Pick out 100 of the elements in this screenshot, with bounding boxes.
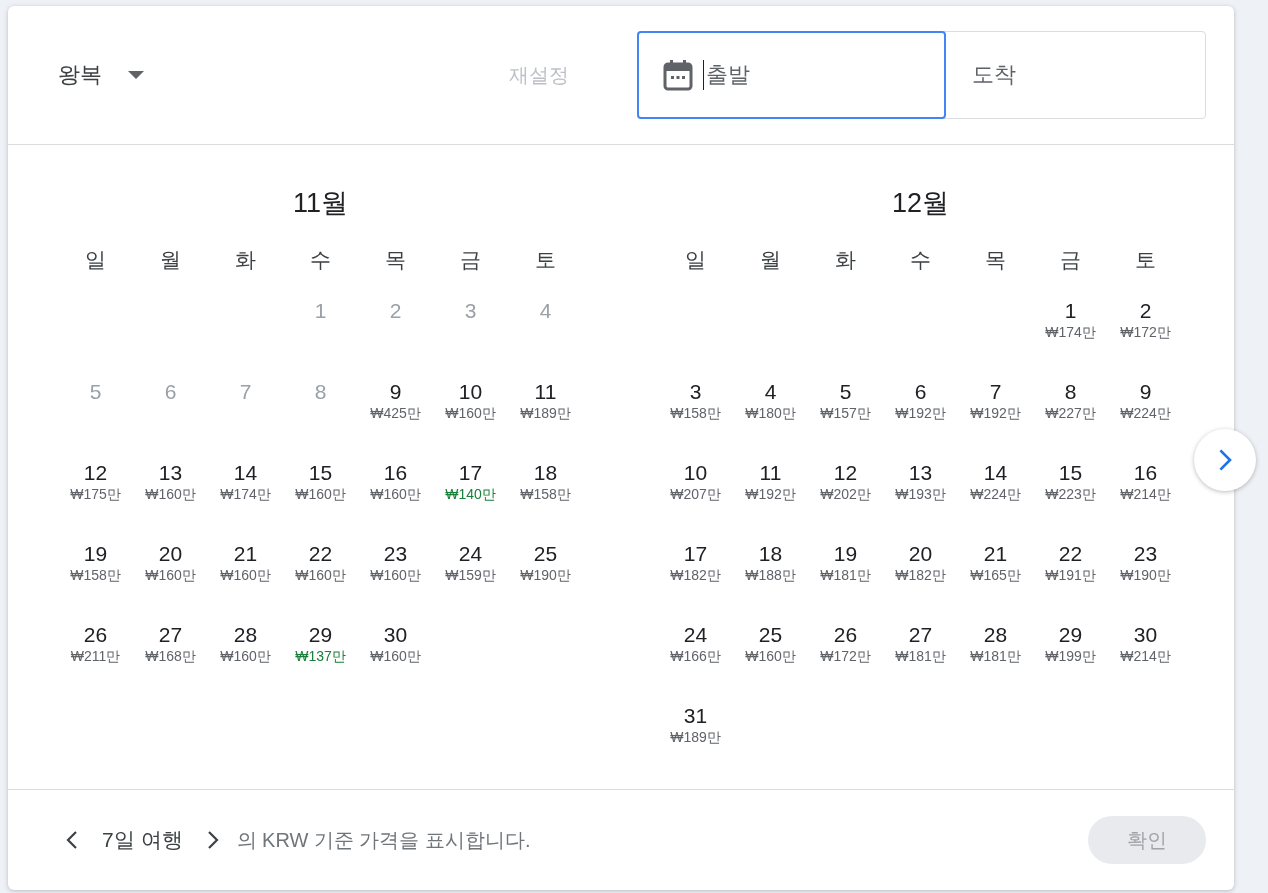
- day-price: ₩181만: [820, 566, 871, 584]
- day-price: ₩207만: [670, 485, 721, 503]
- day-price: ₩165만: [970, 566, 1021, 584]
- day-price: ₩181만: [895, 647, 946, 665]
- calendar-day[interactable]: 19: [833, 542, 858, 566]
- calendar-day[interactable]: 25: [758, 623, 783, 647]
- calendar-day[interactable]: 18: [758, 542, 783, 566]
- calendar-day[interactable]: 18: [533, 461, 558, 485]
- calendar-day[interactable]: 7: [989, 380, 1002, 404]
- day-price: ₩182만: [895, 566, 946, 584]
- trip-duration: 7일 여행: [102, 827, 183, 853]
- calendar-day[interactable]: 28: [983, 623, 1008, 647]
- weekday-label: 토: [1134, 247, 1157, 273]
- calendar-day[interactable]: 5: [839, 380, 852, 404]
- day-price: ₩174만: [1045, 323, 1096, 341]
- day-price: ₩158만: [670, 404, 721, 422]
- price-note: 의 KRW 기준 가격을 표시합니다.: [236, 827, 531, 853]
- day-price: ₩189만: [520, 404, 571, 422]
- calendar-day[interactable]: 11: [534, 380, 557, 404]
- chevron-left-icon: [66, 830, 78, 850]
- day-price: ₩140만: [445, 485, 496, 503]
- day-price: ₩160만: [145, 566, 196, 584]
- calendar-day: 3: [464, 299, 477, 323]
- calendar-day[interactable]: 17: [683, 542, 708, 566]
- day-price: ₩160만: [295, 566, 346, 584]
- calendar-day[interactable]: 23: [1133, 542, 1158, 566]
- calendar-day[interactable]: 14: [233, 461, 258, 485]
- calendar-day[interactable]: 14: [983, 461, 1008, 485]
- day-price: ₩214만: [1120, 485, 1171, 503]
- calendar-day[interactable]: 9: [389, 380, 402, 404]
- calendar-day[interactable]: 13: [908, 461, 933, 485]
- calendar-day[interactable]: 22: [308, 542, 333, 566]
- day-price: ₩172만: [820, 647, 871, 665]
- calendar-day[interactable]: 16: [1133, 461, 1158, 485]
- day-price: ₩160만: [220, 647, 271, 665]
- calendar-day[interactable]: 12: [83, 461, 108, 485]
- chevron-right-icon: [206, 830, 219, 850]
- weekday-label: 수: [309, 247, 332, 273]
- day-price: ₩180만: [745, 404, 796, 422]
- day-price: ₩224만: [1120, 404, 1171, 422]
- weekday-label: 금: [459, 247, 482, 273]
- calendar-day[interactable]: 29: [308, 623, 333, 647]
- calendar-day[interactable]: 29: [1058, 623, 1083, 647]
- calendar-day[interactable]: 24: [458, 542, 483, 566]
- calendar-day[interactable]: 4: [764, 380, 777, 404]
- day-price: ₩191만: [1045, 566, 1096, 584]
- calendar-day[interactable]: 28: [233, 623, 258, 647]
- calendar-day[interactable]: 20: [908, 542, 933, 566]
- weekday-label: 화: [834, 247, 857, 273]
- calendar-day[interactable]: 6: [914, 380, 927, 404]
- day-price: ₩182만: [670, 566, 721, 584]
- day-price: ₩159만: [445, 566, 496, 584]
- calendar-day[interactable]: 31: [683, 704, 708, 728]
- calendar-day[interactable]: 13: [158, 461, 183, 485]
- calendar-day[interactable]: 27: [908, 623, 933, 647]
- calendar-day[interactable]: 9: [1139, 380, 1152, 404]
- day-price: ₩188만: [745, 566, 796, 584]
- calendar-day[interactable]: 24: [683, 623, 708, 647]
- day-price: ₩137만: [295, 647, 346, 665]
- weekday-label: 일: [684, 247, 707, 273]
- calendar-day: 1: [314, 299, 327, 323]
- calendar-day[interactable]: 10: [458, 380, 483, 404]
- trip-type-dropdown[interactable]: 왕복: [58, 60, 144, 90]
- calendar-day[interactable]: 26: [83, 623, 108, 647]
- chevron-right-icon: [1217, 448, 1233, 472]
- day-price: ₩189만: [670, 728, 721, 746]
- calendar-day[interactable]: 16: [383, 461, 408, 485]
- calendar-day[interactable]: 22: [1058, 542, 1083, 566]
- calendar-day[interactable]: 23: [383, 542, 408, 566]
- day-price: ₩168만: [145, 647, 196, 665]
- calendar-day[interactable]: 30: [1133, 623, 1158, 647]
- day-price: ₩160만: [295, 485, 346, 503]
- calendar-day[interactable]: 12: [833, 461, 858, 485]
- calendar-day[interactable]: 21: [233, 542, 258, 566]
- calendar-day[interactable]: 10: [683, 461, 708, 485]
- calendar-day[interactable]: 2: [1139, 299, 1152, 323]
- weekday-label: 수: [909, 247, 932, 273]
- calendar-day[interactable]: 27: [158, 623, 183, 647]
- calendar-day[interactable]: 19: [83, 542, 108, 566]
- calendar-day[interactable]: 11: [759, 461, 782, 485]
- weekday-label: 일: [84, 247, 107, 273]
- day-price: ₩199만: [1045, 647, 1096, 665]
- day-price: ₩211만: [70, 647, 121, 665]
- calendar-day[interactable]: 30: [383, 623, 408, 647]
- calendar-day[interactable]: 17: [458, 461, 483, 485]
- calendar-day[interactable]: 25: [533, 542, 558, 566]
- day-price: ₩175만: [70, 485, 121, 503]
- calendar-day[interactable]: 26: [833, 623, 858, 647]
- day-price: ₩157만: [820, 404, 871, 422]
- calendar-day[interactable]: 1: [1064, 299, 1077, 323]
- calendar-day[interactable]: 15: [308, 461, 333, 485]
- day-price: ₩160만: [370, 566, 421, 584]
- calendar-day[interactable]: 20: [158, 542, 183, 566]
- calendar-day[interactable]: 8: [1064, 380, 1077, 404]
- calendar-day[interactable]: 3: [689, 380, 702, 404]
- calendar-day: 5: [89, 380, 102, 404]
- calendar-day: 4: [539, 299, 552, 323]
- calendar-day[interactable]: 21: [983, 542, 1008, 566]
- calendar-day[interactable]: 15: [1058, 461, 1083, 485]
- day-price: ₩172만: [1120, 323, 1171, 341]
